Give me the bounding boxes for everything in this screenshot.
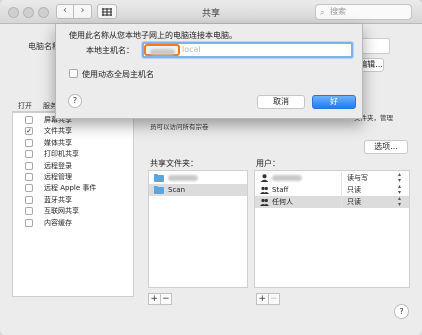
sheet-message: 使用此名称从您本地子网上的电脑连接本电脑。 <box>69 31 237 40</box>
group-icon <box>260 186 269 194</box>
add-folder-button[interactable]: + <box>149 294 160 304</box>
service-description: 员可以访问所有宗卷 <box>150 123 209 131</box>
redacted-folder-name <box>168 175 198 181</box>
services-list: 屏幕共享 ✓ 文件共享 媒体共享 打印机共享 远程登录 远程管理 远程 Apple… <box>12 112 134 297</box>
service-checkbox[interactable] <box>25 161 33 170</box>
redacted-hostname <box>150 49 175 55</box>
host-suffix: local <box>182 45 201 54</box>
computer-name-field[interactable] <box>360 38 390 54</box>
folder-icon <box>154 186 164 194</box>
user-row[interactable]: Staff 只读 ▴ ▾ <box>255 184 409 196</box>
services-header-on: 打开 <box>18 102 32 110</box>
service-row[interactable]: 蓝牙共享 <box>13 194 133 205</box>
service-label: 远程 Apple 事件 <box>44 184 97 193</box>
column-divider <box>341 196 342 208</box>
service-label: 文件共享 <box>44 127 72 136</box>
user-name <box>272 172 302 184</box>
service-label: 内容缓存 <box>44 218 72 227</box>
service-label: 媒体共享 <box>44 138 72 147</box>
service-checkbox[interactable] <box>25 173 33 181</box>
service-row[interactable]: 远程 Apple 事件 <box>13 182 133 193</box>
service-label: 蓝牙共享 <box>44 195 72 204</box>
dynamic-hostname-label: 使用动态全局主机名 <box>82 70 154 79</box>
remove-user-button[interactable]: − <box>267 294 280 304</box>
service-checkbox[interactable] <box>25 138 33 147</box>
dynamic-hostname-checkbox[interactable]: 使用动态全局主机名 <box>69 69 154 80</box>
service-row[interactable]: ✓ 文件共享 <box>13 125 133 136</box>
search-icon: ⌕ <box>320 8 325 17</box>
sharing-window: ‹ › 共享 ⌕ 搜索 电脑名称 编辑... 打开 服务 屏幕共享 ✓ 文件共享 … <box>0 0 422 335</box>
cancel-button[interactable]: 取消 <box>257 95 305 109</box>
service-label: 互联网共享 <box>44 207 79 216</box>
shared-folder-label: Scan <box>168 186 186 194</box>
service-row[interactable]: 媒体共享 <box>13 137 133 148</box>
service-row[interactable]: 远程管理 <box>13 171 133 182</box>
hostname-sheet: 使用此名称从您本地子网上的电脑连接本电脑。 本地主机名： local 使用动态全… <box>55 24 363 119</box>
stepper-icon[interactable]: ▴ ▾ <box>398 196 401 208</box>
ok-button[interactable]: 好 <box>312 95 356 109</box>
service-label: 远程管理 <box>44 173 72 181</box>
service-checkbox[interactable] <box>25 195 33 204</box>
service-label: 打印机共享 <box>44 150 79 159</box>
service-row[interactable]: 内容缓存 <box>13 217 133 228</box>
service-row[interactable]: 互联网共享 <box>13 205 133 216</box>
hostname-selection[interactable] <box>144 44 180 56</box>
help-button[interactable]: ? <box>394 304 409 319</box>
user-name: 任何人 <box>272 198 293 206</box>
user-icon <box>260 174 269 182</box>
user-name: Staff <box>272 186 289 194</box>
search-input[interactable]: ⌕ 搜索 <box>315 4 412 20</box>
add-user-button[interactable]: + <box>257 294 268 304</box>
sheet-help-button[interactable]: ? <box>68 94 82 108</box>
service-checkbox[interactable] <box>25 207 33 216</box>
shared-folder-row[interactable] <box>149 172 247 184</box>
user-add-remove: + − <box>256 293 280 305</box>
dynamic-hostname-checkbox-box[interactable] <box>69 69 78 78</box>
service-row[interactable]: 打印机共享 <box>13 148 133 159</box>
group-icon <box>260 198 269 206</box>
remove-folder-button[interactable]: − <box>159 294 172 304</box>
folder-add-remove: + − <box>148 293 172 305</box>
user-row[interactable]: 任何人 只读 ▴ ▾ <box>255 196 409 208</box>
options-button[interactable]: 选项... <box>364 140 408 154</box>
user-permission[interactable]: 只读 <box>347 196 361 208</box>
redacted-user-name <box>272 175 302 181</box>
title-bar: ‹ › 共享 ⌕ 搜索 <box>0 0 422 24</box>
user-row[interactable]: 读与写 ▴ ▾ <box>255 172 409 184</box>
user-permission[interactable]: 读与写 <box>347 172 368 184</box>
service-checkbox[interactable] <box>25 184 33 193</box>
shared-folder-row[interactable]: Scan <box>149 184 247 196</box>
service-checkbox[interactable] <box>25 218 33 227</box>
user-permission[interactable]: 只读 <box>347 184 361 196</box>
users-list: 读与写 ▴ ▾ Staff 只读 ▴ ▾ 任何人 只读 ▴ ▾ <box>254 170 410 288</box>
users-label: 用户： <box>256 159 280 168</box>
shared-folders-label: 共享文件夹： <box>150 159 198 168</box>
column-divider <box>341 172 342 184</box>
service-checkbox[interactable]: ✓ <box>25 127 33 136</box>
shared-folders-list: Scan <box>148 170 248 288</box>
service-checkbox[interactable] <box>25 116 33 124</box>
shared-folder-label <box>168 172 198 184</box>
service-checkbox[interactable] <box>25 150 33 159</box>
host-label: 本地主机名： <box>86 46 134 55</box>
service-row[interactable]: 远程登录 <box>13 160 133 171</box>
search-placeholder: 搜索 <box>330 7 346 16</box>
service-label: 远程登录 <box>44 161 72 170</box>
folder-icon <box>154 174 164 182</box>
column-divider <box>341 184 342 196</box>
hostname-input[interactable]: local <box>142 42 353 58</box>
